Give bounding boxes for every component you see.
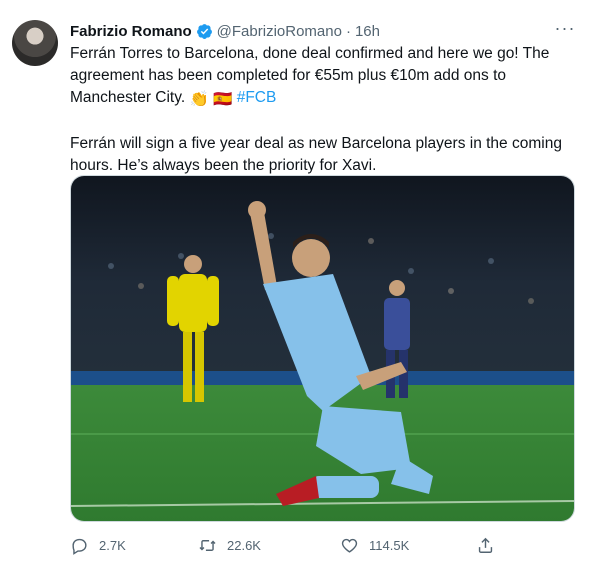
- football-celebration-image: [71, 176, 574, 521]
- tweet-line-1: Ferrán Torres to Barcelona, done deal co…: [70, 45, 550, 106]
- verified-badge-icon: [196, 23, 212, 39]
- tweet-card[interactable]: Fabrizio Romano @FabrizioRomano · 16h ··…: [0, 0, 590, 564]
- heart-icon: [341, 538, 358, 553]
- avatar[interactable]: [12, 20, 58, 66]
- header-separator: ·: [345, 22, 351, 40]
- tweet-paragraph-1: Ferrán Torres to Barcelona, done deal co…: [70, 43, 570, 111]
- like-button[interactable]: 114.5K: [340, 534, 409, 556]
- tweet-photo[interactable]: [70, 175, 575, 522]
- hashtag-link[interactable]: #FCB: [237, 89, 277, 106]
- tweet-actions: 2.7K 22.6K 114.5K: [70, 534, 510, 556]
- share-icon: [478, 537, 493, 553]
- tweet-text: Ferrán Torres to Barcelona, done deal co…: [70, 43, 570, 177]
- more-options-icon[interactable]: ···: [550, 18, 580, 40]
- author-handle[interactable]: @FabrizioRomano: [217, 23, 342, 40]
- retweet-icon: [199, 539, 216, 551]
- spain-flag-emoji: 🇪🇸: [213, 91, 233, 108]
- author-name[interactable]: Fabrizio Romano: [70, 23, 192, 40]
- reply-button[interactable]: 2.7K: [70, 534, 126, 556]
- like-count: 114.5K: [369, 537, 410, 553]
- tweet-header: Fabrizio Romano @FabrizioRomano · 16h: [70, 20, 380, 42]
- reply-icon: [72, 538, 87, 555]
- share-button[interactable]: [476, 534, 505, 556]
- reply-count: 2.7K: [99, 537, 126, 553]
- retweet-button[interactable]: 22.6K: [198, 534, 261, 556]
- tweet-timestamp[interactable]: 16h: [355, 23, 380, 40]
- retweet-count: 22.6K: [227, 537, 261, 553]
- clapping-hands-emoji: 👏: [189, 91, 209, 108]
- tweet-paragraph-2: Ferrán will sign a five year deal as new…: [70, 135, 562, 174]
